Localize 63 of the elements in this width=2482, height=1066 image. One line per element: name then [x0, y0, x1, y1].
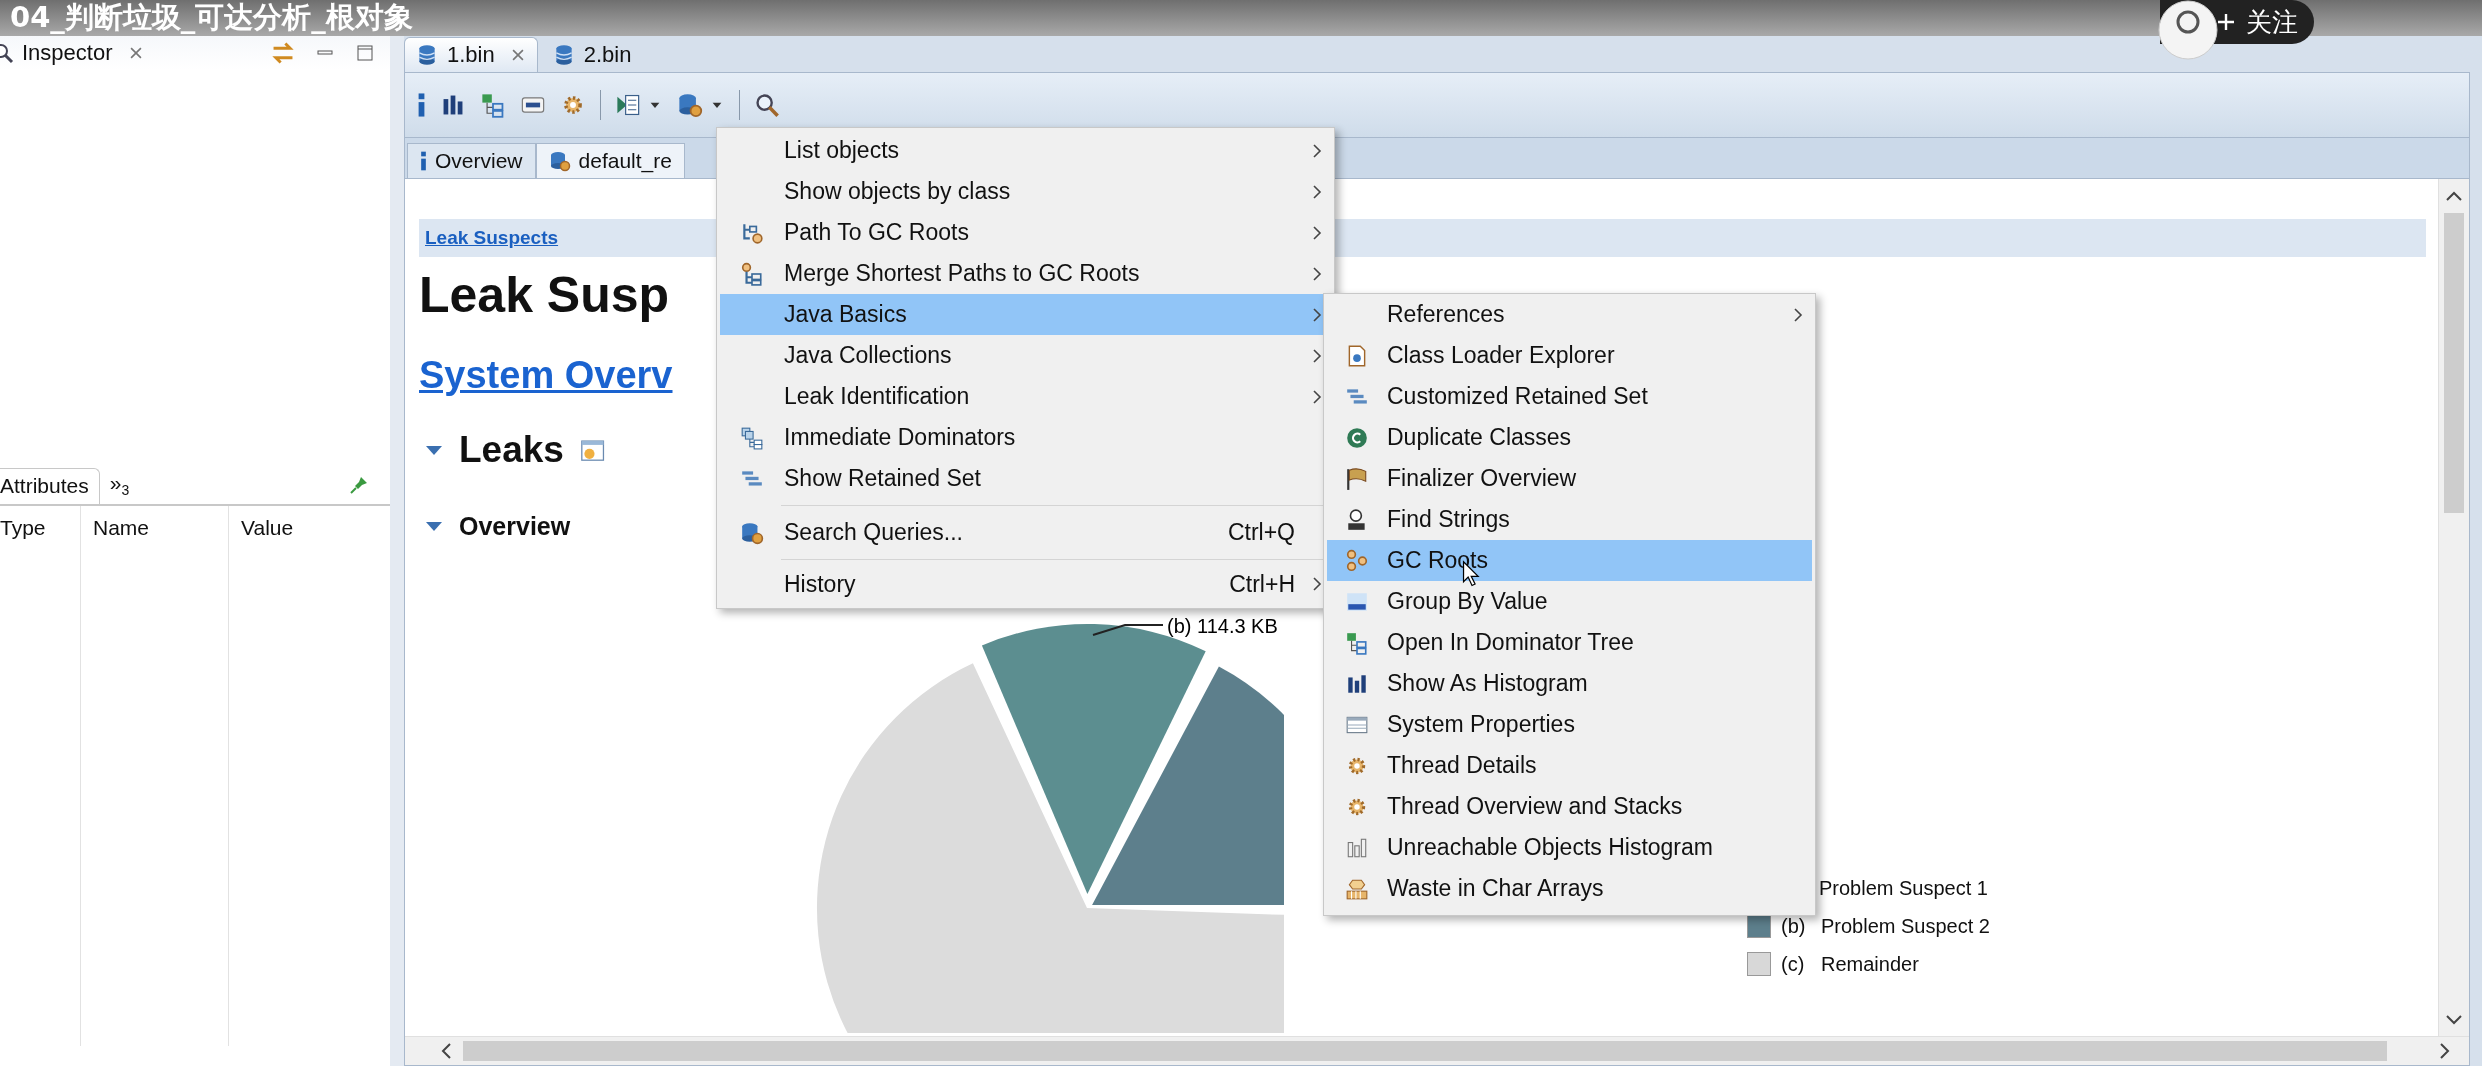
menu-item[interactable]: Find Strings — [1327, 499, 1812, 540]
menu-item[interactable]: GC Roots — [1327, 540, 1812, 581]
menu-item[interactable]: Unreachable Objects Histogram — [1327, 827, 1812, 868]
report-tab[interactable]: default_re — [535, 143, 685, 178]
database-gear-icon[interactable] — [677, 92, 703, 118]
breadcrumb-link[interactable]: Leak Suspects — [425, 227, 559, 249]
legend-label: Problem Suspect 2 — [1821, 914, 1990, 938]
menu-item[interactable]: Thread Overview and Stacks — [1327, 786, 1812, 827]
column-header[interactable]: Name — [80, 506, 228, 1046]
menu-item[interactable]: Finalizer Overview — [1327, 458, 1812, 499]
legend-tag: (c) — [1781, 952, 1811, 976]
menu-item[interactable]: Path To GC Roots — [720, 212, 1331, 253]
attributes-tab[interactable]: Attributes — [0, 468, 100, 504]
search-icon[interactable] — [754, 92, 780, 118]
duplicate-circle-icon — [1345, 425, 1369, 450]
report-heading: Leak Susp — [419, 266, 670, 325]
video-title: 04_判断垃圾_可达分析_根对象 — [10, 0, 413, 36]
report-tab[interactable]: Overview — [407, 143, 536, 178]
menu-item[interactable]: Show objects by class — [720, 171, 1331, 212]
pin-icon[interactable] — [348, 474, 370, 496]
gc-roots-icon — [1345, 548, 1369, 573]
shortcut-label: Ctrl+H — [1229, 570, 1295, 598]
database-gear-icon — [548, 150, 571, 172]
menu-item[interactable]: Open In Dominator Tree — [1327, 622, 1812, 663]
tree-icon[interactable] — [480, 92, 506, 118]
section-title: Leaks — [459, 429, 564, 471]
tree-icon — [1345, 630, 1369, 655]
menu-item[interactable]: Group By Value — [1327, 581, 1812, 622]
legend-label: Problem Suspect 1 — [1819, 876, 1988, 900]
report-link[interactable]: System Overv — [419, 351, 673, 399]
menu-item[interactable]: System Properties — [1327, 704, 1812, 745]
merge-paths-icon — [740, 261, 764, 286]
horizontal-scrollbar[interactable] — [405, 1036, 2469, 1065]
menu-item[interactable]: Merge Shortest Paths to GC Roots — [720, 253, 1331, 294]
dominator-tree-icon — [740, 425, 764, 450]
scroll-thumb[interactable] — [2444, 213, 2464, 513]
avatar-icon — [2156, 0, 2220, 60]
scroll-thumb[interactable] — [463, 1041, 2387, 1061]
swap-arrows-icon[interactable] — [270, 40, 296, 66]
info-icon[interactable] — [417, 92, 426, 118]
leader-line — [1092, 624, 1164, 636]
overflow-tabs-button[interactable]: »$_{3}$ — [99, 470, 140, 504]
column-header[interactable]: Type — [0, 506, 80, 1046]
vertical-scrollbar[interactable] — [2438, 179, 2469, 1036]
section-title: Overview — [459, 511, 571, 541]
legend-tag: (b) — [1781, 914, 1811, 938]
menu-item[interactable]: Customized Retained Set — [1327, 376, 1812, 417]
legend-label: Remainder — [1821, 952, 1919, 976]
menu-item[interactable]: Class Loader Explorer — [1327, 335, 1812, 376]
editor-tab[interactable]: 1.bin — [404, 37, 538, 72]
slice-label: (b) 114.3 KB — [1167, 615, 1278, 637]
database-gear-icon — [740, 520, 764, 545]
info-icon — [420, 150, 427, 172]
run-report-icon[interactable] — [615, 92, 641, 118]
menu-item[interactable]: Thread Details — [1327, 745, 1812, 786]
menu-item[interactable]: List objects — [720, 130, 1331, 171]
menu-item[interactable]: Waste in Char Arrays — [1327, 868, 1812, 909]
menu-item[interactable]: Duplicate Classes — [1327, 417, 1812, 458]
flag-icon — [1345, 466, 1369, 491]
menu-item[interactable]: Show As Histogram — [1327, 663, 1812, 704]
shortcut-label: Ctrl+Q — [1227, 519, 1295, 546]
plus-icon — [2216, 12, 2236, 32]
editor-tab[interactable]: 2.bin — [541, 38, 642, 72]
